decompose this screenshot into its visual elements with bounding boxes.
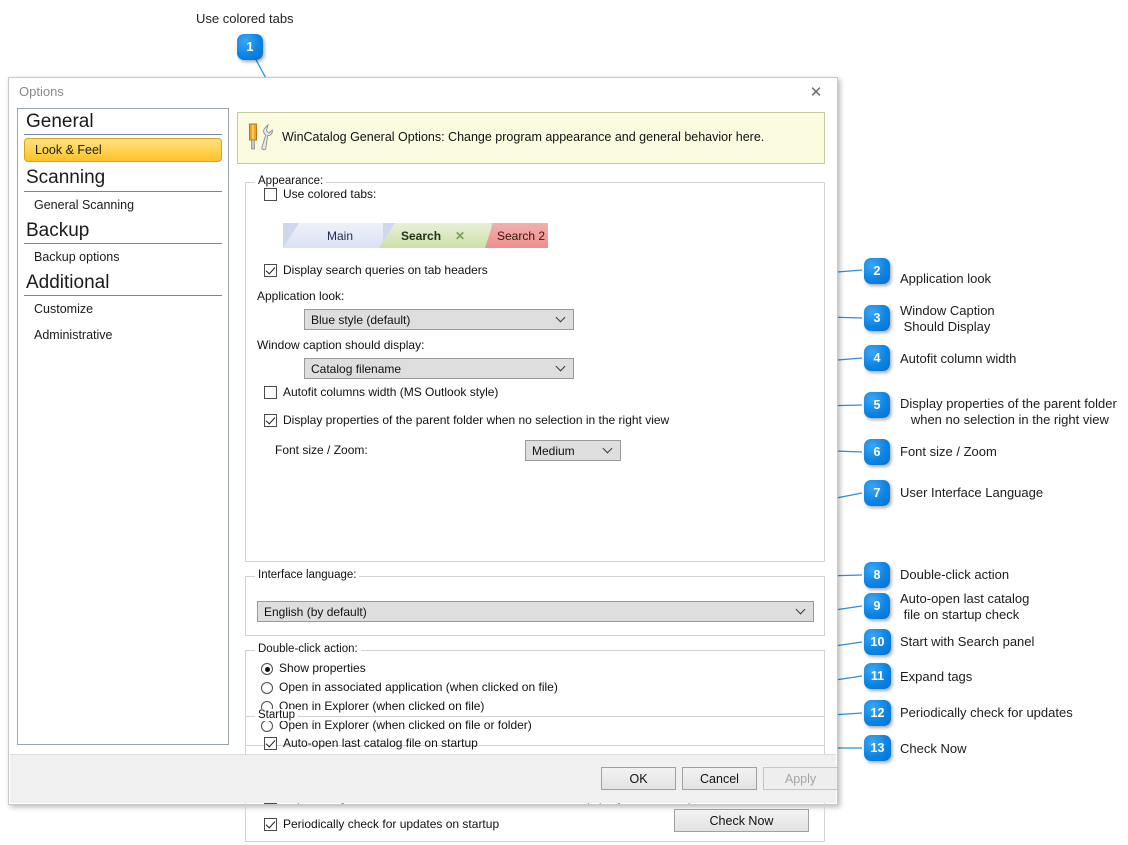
window-caption-select[interactable]: Catalog filename: [304, 358, 574, 379]
apply-button: Apply: [763, 767, 838, 790]
close-icon[interactable]: ✕: [799, 80, 833, 104]
display-parent-properties-label: Display properties of the parent folder …: [283, 413, 669, 427]
radio-show-properties-label: Show properties: [279, 661, 366, 675]
nav-group-backup: Backup: [24, 218, 222, 244]
callout-label-8: Double-click action: [900, 567, 1009, 583]
callout-label-10: Start with Search panel: [900, 634, 1034, 650]
periodic-update-check-label: Periodically check for updates on startu…: [283, 817, 499, 831]
font-size-select[interactable]: Medium: [525, 440, 621, 461]
close-icon[interactable]: ✕: [455, 229, 465, 243]
nav-group-additional: Additional: [24, 270, 222, 296]
radio-show-properties[interactable]: [261, 663, 273, 675]
screwdriver-wrench-icon: [246, 121, 276, 155]
application-look-select[interactable]: Blue style (default): [304, 309, 574, 330]
tab-preview-search[interactable]: Search ✕: [379, 223, 491, 248]
dialog-footer: OK Cancel Apply: [10, 754, 836, 803]
periodic-update-check-checkbox[interactable]: [264, 818, 277, 831]
ok-button[interactable]: OK: [601, 767, 676, 790]
sidebar-item-general-scanning[interactable]: General Scanning: [24, 192, 222, 218]
startup-group-label: Startup: [255, 709, 298, 721]
autofit-columns-label: Autofit columns width (MS Outlook style): [283, 385, 498, 399]
settings-nav-panel[interactable]: General Look & Feel Scanning General Sca…: [17, 108, 229, 745]
radio-open-explorer-file-label: Open in Explorer (when clicked on file): [279, 699, 484, 713]
use-colored-tabs-checkbox[interactable]: [264, 188, 277, 201]
interface-language-group-label: Interface language:: [255, 569, 359, 581]
callout-badge-9: 9: [864, 593, 890, 619]
font-size-value: Medium: [532, 444, 575, 458]
options-dialog: Options ✕ General Look & Feel Scanning G…: [8, 77, 838, 805]
callout-label-1: Use colored tabs: [196, 11, 294, 26]
sidebar-item-administrative[interactable]: Administrative: [24, 322, 222, 348]
radio-open-associated-app[interactable]: [261, 682, 273, 694]
sidebar-item-look-and-feel[interactable]: Look & Feel: [24, 138, 222, 162]
callout-label-4: Autofit column width: [900, 351, 1016, 367]
window-caption-label: Window caption should display:: [257, 338, 424, 352]
nav-group-general: General: [24, 109, 222, 135]
info-banner: WinCatalog General Options: Change progr…: [237, 112, 825, 164]
sidebar-item-customize[interactable]: Customize: [24, 296, 222, 322]
callout-label-3: Window Caption Should Display: [900, 303, 995, 336]
callout-badge-7: 7: [864, 480, 890, 506]
chevron-down-icon: [557, 314, 566, 323]
callout-badge-10: 10: [864, 629, 891, 655]
callout-badge-3: 3: [864, 305, 890, 331]
sidebar-item-backup-options[interactable]: Backup options: [24, 244, 222, 270]
application-look-value: Blue style (default): [311, 313, 410, 327]
tab-preview-search2[interactable]: Search 2: [485, 223, 548, 248]
dialog-title: Options: [19, 84, 64, 99]
tab-preview-search-label: Search: [401, 229, 441, 243]
interface-language-select[interactable]: English (by default): [257, 601, 814, 622]
callout-badge-5: 5: [864, 392, 890, 418]
callout-label-12: Periodically check for updates: [900, 705, 1073, 721]
display-search-queries-checkbox[interactable]: [264, 264, 277, 277]
chevron-down-icon: [797, 606, 806, 615]
settings-content-panel: WinCatalog General Options: Change progr…: [237, 112, 829, 845]
callout-badge-11: 11: [864, 663, 891, 689]
callout-label-5: Display properties of the parent folder …: [900, 396, 1117, 429]
cancel-button[interactable]: Cancel: [682, 767, 757, 790]
use-colored-tabs-label: Use colored tabs:: [283, 187, 376, 201]
info-banner-text: WinCatalog General Options: Change progr…: [282, 130, 764, 144]
callout-badge-8: 8: [864, 562, 890, 588]
callout-label-6: Font size / Zoom: [900, 444, 997, 460]
callout-badge-6: 6: [864, 439, 890, 465]
callout-label-11: Expand tags: [900, 669, 972, 685]
tab-preview-strip: Main Search ✕ Search 2: [283, 223, 548, 248]
interface-language-value: English (by default): [264, 605, 367, 619]
window-caption-value: Catalog filename: [311, 362, 401, 376]
display-parent-properties-checkbox[interactable]: [264, 414, 277, 427]
callout-label-2: Application look: [900, 271, 991, 287]
check-now-button[interactable]: Check Now: [674, 809, 809, 832]
callout-badge-13: 13: [864, 735, 891, 761]
autofit-columns-checkbox[interactable]: [264, 386, 277, 399]
nav-group-scanning: Scanning: [24, 165, 222, 191]
appearance-group-label: Appearance:: [255, 175, 326, 187]
callout-badge-2: 2: [864, 258, 890, 284]
chevron-down-icon: [604, 445, 613, 454]
dialog-titlebar: Options ✕: [9, 78, 837, 107]
callout-badge-1: 1: [237, 34, 263, 60]
tab-preview-main[interactable]: Main: [283, 223, 383, 248]
callout-label-7: User Interface Language: [900, 485, 1043, 501]
font-size-label: Font size / Zoom:: [275, 443, 368, 457]
display-search-queries-label: Display search queries on tab headers: [283, 263, 488, 277]
callout-label-9: Auto-open last catalog file on startup c…: [900, 591, 1029, 624]
callout-badge-4: 4: [864, 345, 890, 371]
auto-open-last-catalog-checkbox[interactable]: [264, 737, 277, 750]
double-click-action-group-label: Double-click action:: [255, 643, 361, 655]
callout-label-13: Check Now: [900, 741, 966, 757]
chevron-down-icon: [557, 363, 566, 372]
radio-open-associated-app-label: Open in associated application (when cli…: [279, 680, 558, 694]
auto-open-last-catalog-label: Auto-open last catalog file on startup: [283, 736, 478, 750]
application-look-label: Application look:: [257, 289, 344, 303]
callout-badge-12: 12: [864, 700, 891, 726]
